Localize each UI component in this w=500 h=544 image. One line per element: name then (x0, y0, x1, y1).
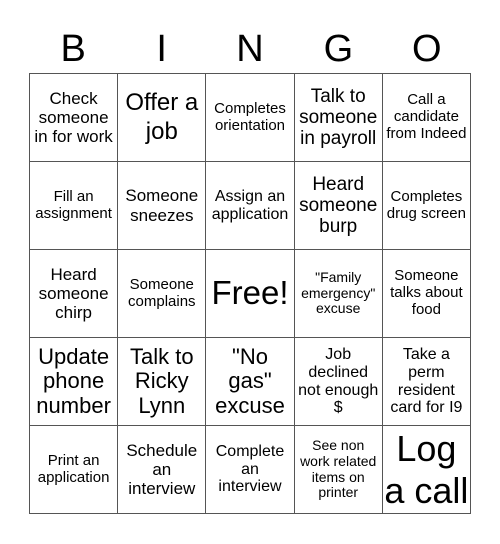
bingo-cell[interactable]: Assign an application (206, 162, 295, 250)
bingo-cell[interactable]: Complete an interview (206, 426, 295, 514)
bingo-cell[interactable]: Check someone in for work (30, 74, 119, 162)
bingo-cell[interactable]: Heard someone chirp (30, 250, 119, 338)
bingo-cell[interactable]: Job declined not enough $ (294, 338, 383, 426)
bingo-cell[interactable]: Schedule an interview (118, 426, 207, 514)
header-letter-i: I (156, 28, 167, 70)
bingo-cell[interactable]: Completes orientation (206, 74, 295, 162)
header-letter-n: N (236, 28, 264, 70)
header-letter-b: B (60, 28, 86, 70)
bingo-cell[interactable]: "Family emergency" excuse (294, 250, 383, 338)
bingo-cell[interactable]: "No gas" excuse (206, 338, 295, 426)
header-letter-g: G (323, 28, 354, 70)
bingo-cell[interactable]: Call a candidate from Indeed (382, 74, 471, 162)
bingo-cell[interactable]: Offer a job (118, 74, 207, 162)
bingo-cell[interactable]: Someone sneezes (118, 162, 207, 250)
header-letter-o: O (412, 28, 442, 70)
bingo-cell[interactable]: Completes drug screen (382, 162, 471, 250)
bingo-cell[interactable]: Talk to Ricky Lynn (118, 338, 207, 426)
bingo-cell[interactable]: Someone complains (118, 250, 207, 338)
bingo-cell[interactable]: Someone talks about food (382, 250, 471, 338)
free-space-cell[interactable]: Free! (206, 250, 295, 338)
bingo-header: B I N G O (29, 24, 471, 74)
bingo-card-grid: Check someone in for work Offer a job Co… (29, 73, 471, 514)
bingo-cell[interactable]: Heard someone burp (294, 162, 383, 250)
bingo-cell[interactable]: Log a call (382, 426, 471, 514)
bingo-cell[interactable]: Talk to someone in payroll (294, 74, 383, 162)
bingo-cell[interactable]: Update phone number (30, 338, 119, 426)
bingo-cell[interactable]: Fill an assignment (30, 162, 119, 250)
bingo-cell[interactable]: See non work related items on printer (294, 426, 383, 514)
bingo-cell[interactable]: Take a perm resident card for I9 (382, 338, 471, 426)
bingo-cell[interactable]: Print an application (30, 426, 119, 514)
